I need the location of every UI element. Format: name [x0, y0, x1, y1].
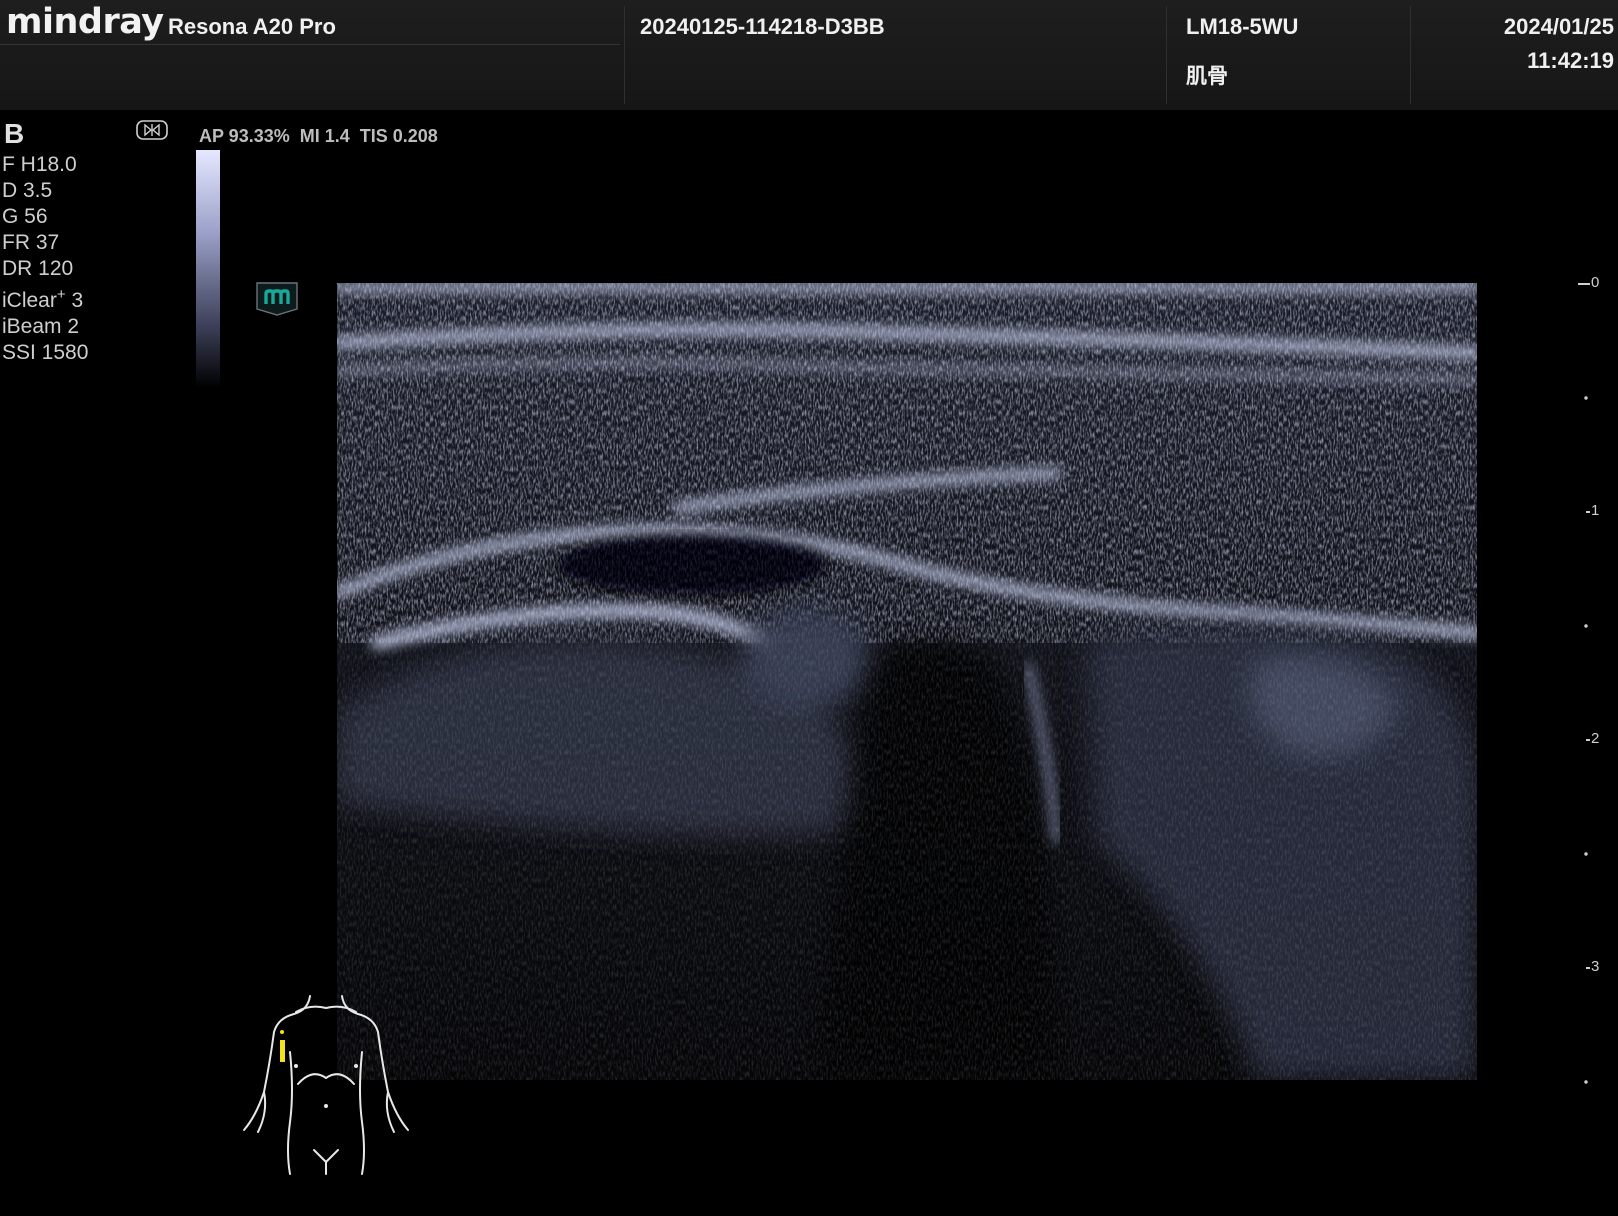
param-iclear-label: iClear [2, 289, 57, 312]
header-separator [1410, 6, 1411, 104]
system-model: Resona A20 Pro [168, 14, 336, 39]
header-separator [1166, 6, 1167, 104]
param-iclear-sup: + [56, 286, 66, 303]
depth-scale [1578, 283, 1590, 1084]
patient-id[interactable]: 20240125-114218-D3BB [640, 14, 885, 40]
exam-date: 2024/01/25 [1503, 14, 1614, 39]
probe-name[interactable]: LM18-5WU [1186, 14, 1298, 40]
body-marker-icon[interactable] [238, 992, 414, 1176]
mechanical-index: MI 1.4 [299, 126, 350, 146]
imaging-parameters: F H18.0 D 3.5 G 56 FR 37 DR 120 iClear+ … [2, 152, 88, 366]
imaging-mode: B [4, 118, 25, 149]
header-bar: mindray Resona A20 Pro 20240125-114218-D… [0, 0, 1618, 110]
orientation-marker-icon [136, 120, 168, 140]
ultrasound-image[interactable] [337, 283, 1477, 1080]
param-ssi: SSI 1580 [2, 341, 89, 364]
depth-label-3: 3 [1591, 958, 1600, 975]
param-ibeam: iBeam 2 [2, 315, 80, 338]
brand-logo: mindray [6, 2, 164, 42]
depth-label-0: 0 [1591, 274, 1600, 291]
param-dynamic-range: DR 120 [2, 257, 74, 280]
exam-time: 11:42:19 [1527, 48, 1614, 73]
header-separator [624, 6, 625, 104]
param-frame-rate: FR 37 [2, 231, 60, 254]
exam-type[interactable]: 肌骨 [1186, 60, 1228, 90]
probe-side-mark-icon [256, 282, 298, 316]
acoustic-power: AP 93.33% [199, 126, 290, 146]
param-depth: D 3.5 [2, 179, 53, 202]
param-gain: G 56 [2, 205, 48, 228]
param-iclear-value: 3 [65, 289, 84, 312]
depth-label-2: 2 [1591, 730, 1600, 747]
thermal-index: TIS 0.208 [359, 126, 438, 146]
grayscale-bar [196, 150, 220, 388]
param-iclear: iClear+ 3 [2, 282, 88, 314]
depth-label-1: 1 [1591, 502, 1600, 519]
header-divider [0, 44, 620, 45]
param-frequency: F H18.0 [2, 153, 77, 176]
acoustic-output: AP 93.33% MI 1.4 TIS 0.208 [199, 126, 448, 147]
